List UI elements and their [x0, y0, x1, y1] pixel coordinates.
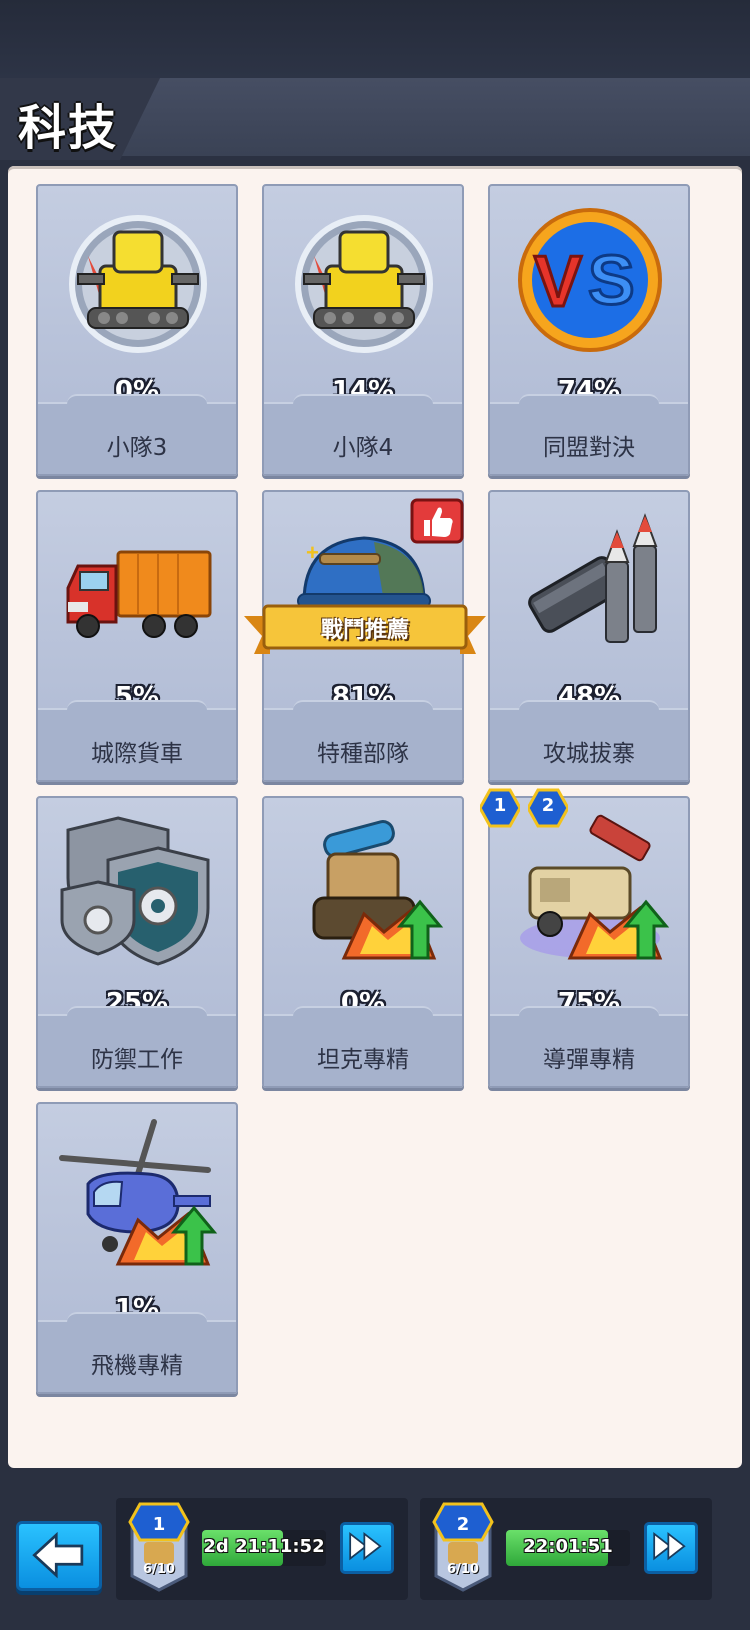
vs-icon: V S [518, 208, 662, 352]
tech-card-tank-mastery[interactable]: 0% 坦克專精 [262, 796, 464, 1088]
tech-label: 特種部隊 [317, 741, 409, 767]
tech-card-siege[interactable]: 48% 攻城拔寨 [488, 490, 690, 782]
tech-label: 同盟對決 [543, 435, 635, 461]
research-slot-2[interactable]: 2 6/10 22:01:51 [420, 1498, 712, 1600]
tech-label: 飛機專精 [91, 1353, 183, 1379]
tech-card-squad-4[interactable]: 14% 小隊4 [262, 184, 464, 476]
tech-label: 攻城拔寨 [543, 741, 635, 767]
page-header: 科技 [0, 78, 750, 160]
tech-label: 小隊3 [106, 435, 168, 461]
yellow-tank-medal-icon [295, 215, 433, 353]
research-slot-1[interactable]: 1 6/10 2d 21:11:52 [116, 1498, 408, 1600]
slot-count: 6/10 [143, 1562, 175, 1577]
helicopter-upgrade-icon [59, 1119, 218, 1266]
tech-label: 城際貨車 [91, 741, 183, 767]
research-timer: 2d 21:11:52 [202, 1530, 326, 1566]
timer-text: 2d 21:11:52 [203, 1536, 325, 1557]
timer-text: 22:01:51 [523, 1536, 613, 1557]
tech-label: 導彈專精 [543, 1047, 635, 1073]
fast-forward-icon [349, 1532, 382, 1561]
rocket-launcher-icon [528, 513, 658, 643]
yellow-tank-medal-icon [69, 215, 207, 353]
tech-card-defense[interactable]: 25% 防禦工作 [36, 796, 238, 1088]
tech-label: 小隊4 [332, 435, 394, 461]
missile-upgrade-icon [520, 814, 670, 960]
research-queue-bar: 1 6/10 2d 21:11:52 2 6/10 22:01:51 [0, 1476, 750, 1630]
tech-label: 坦克專精 [317, 1047, 409, 1073]
tank-upgrade-icon [312, 820, 444, 960]
slot-level-label: 1 [153, 1514, 166, 1535]
thumbs-up-icon [410, 498, 464, 544]
level-badge-1: 1 [478, 788, 522, 828]
tech-card-squad-3[interactable]: 0% 小隊3 [36, 184, 238, 476]
back-button[interactable] [16, 1521, 102, 1591]
slot-count: 6/10 [447, 1562, 479, 1577]
status-bar-area [0, 0, 750, 78]
level-badge-2: 2 [526, 788, 570, 828]
tech-panel: 0% 小隊3 14% 小隊4 V S 74% 同盟對決 5% 城際貨車 + 戰鬥… [8, 166, 742, 1468]
combat-recommend-banner: 戰鬥推薦 [244, 602, 486, 658]
level-badge-label: 2 [541, 795, 555, 816]
tech-label: 防禦工作 [91, 1047, 183, 1073]
svg-text:+: + [306, 540, 319, 565]
svg-text:S: S [588, 241, 635, 319]
research-slot-badge-icon: 2 [432, 1502, 494, 1592]
speed-up-button[interactable] [340, 1522, 394, 1574]
page-title: 科技 [18, 100, 119, 156]
tech-card-alliance-duel[interactable]: V S 74% 同盟對決 [488, 184, 690, 476]
svg-text:V: V [534, 242, 582, 322]
tech-card-special-forces[interactable]: + 戰鬥推薦 81% 特種部隊 [244, 490, 486, 782]
banner-label: 戰鬥推薦 [320, 618, 409, 643]
level-badge-label: 1 [493, 795, 507, 816]
tech-card-intercity-truck[interactable]: 5% 城際貨車 [36, 490, 238, 782]
shields-gear-icon [60, 816, 210, 966]
speed-up-button[interactable] [644, 1522, 698, 1574]
tech-card-missile-mastery[interactable]: 1 2 75% 導彈專精 [478, 788, 690, 1088]
arrow-left-icon [32, 1531, 84, 1579]
tech-card-aircraft-mastery[interactable]: 1% 飛機專精 [36, 1102, 238, 1394]
fast-forward-icon [653, 1532, 686, 1561]
slot-level-label: 2 [457, 1514, 470, 1535]
research-slot-badge-icon: 1 [128, 1502, 190, 1592]
research-timer: 22:01:51 [506, 1530, 630, 1566]
truck-icon [66, 550, 212, 638]
